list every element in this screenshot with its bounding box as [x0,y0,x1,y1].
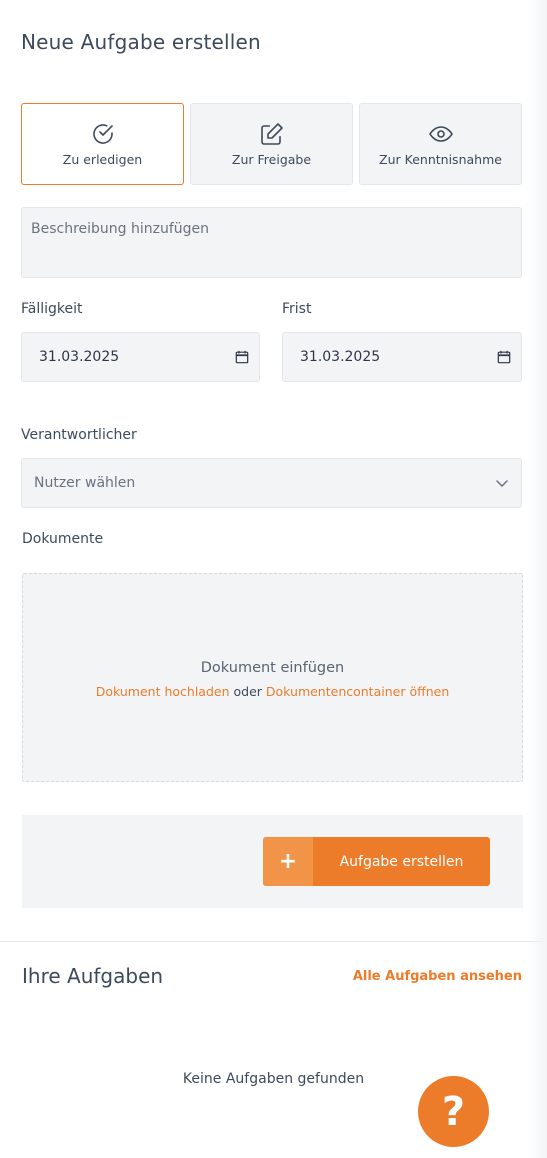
open-container-link[interactable]: Dokumentencontainer öffnen [266,684,449,699]
see-all-tasks-link[interactable]: Alle Aufgaben ansehen [353,969,522,984]
task-type-approval-label: Zur Freigabe [231,151,312,167]
help-button[interactable]: ? [418,1076,489,1147]
description-input[interactable]: Beschreibung hinzufügen [21,207,522,278]
task-type-acknowledge[interactable]: Zur Kenntnisnahme [359,103,522,185]
due-date-value: 31.03.2025 [39,349,120,365]
task-type-todo-label: Zu erledigen [62,151,143,167]
task-type-todo[interactable]: Zu erledigen [21,103,184,185]
section-divider [0,941,547,942]
deadline-value: 31.03.2025 [300,349,381,365]
check-circle-icon [92,123,113,144]
eye-icon [428,125,453,142]
chevron-down-icon [496,480,508,487]
calendar-icon[interactable] [497,350,511,364]
scroll-edge-shadow [527,0,547,1158]
tasks-section-title: Ihre Aufgaben [22,964,164,988]
documents-label: Dokumente [22,531,104,547]
due-date-label: Fälligkeit [21,301,83,317]
page-title: Neue Aufgabe erstellen [21,30,261,54]
description-placeholder: Beschreibung hinzufügen [31,221,210,237]
responsible-label: Verantwortlicher [21,427,137,443]
responsible-placeholder: Nutzer wählen [34,475,136,491]
task-type-acknowledge-label: Zur Kenntnisnahme [379,151,502,167]
task-type-approval[interactable]: Zur Freigabe [190,103,353,185]
create-task-button[interactable]: + Aufgabe erstellen [263,837,490,886]
task-type-selector: Zu erledigen Zur Freigabe Zur Kenntnisna… [21,103,522,185]
dropzone-actions: Dokument hochladen oder Dokumentencontai… [96,684,450,699]
edit-icon [260,122,283,145]
calendar-icon[interactable] [235,350,249,364]
responsible-select[interactable]: Nutzer wählen [21,458,522,508]
deadline-label: Frist [282,301,312,317]
dropzone-title: Dokument einfügen [200,660,345,676]
upload-document-link[interactable]: Dokument hochladen [96,684,230,699]
document-dropzone[interactable]: Dokument einfügen Dokument hochladen ode… [22,573,523,782]
create-task-button-label: Aufgabe erstellen [339,853,464,870]
deadline-input[interactable]: 31.03.2025 [282,332,522,382]
or-text: oder [233,684,262,699]
due-date-input[interactable]: 31.03.2025 [21,332,260,382]
plus-icon: + [263,837,313,886]
question-mark-icon: ? [441,1088,466,1135]
